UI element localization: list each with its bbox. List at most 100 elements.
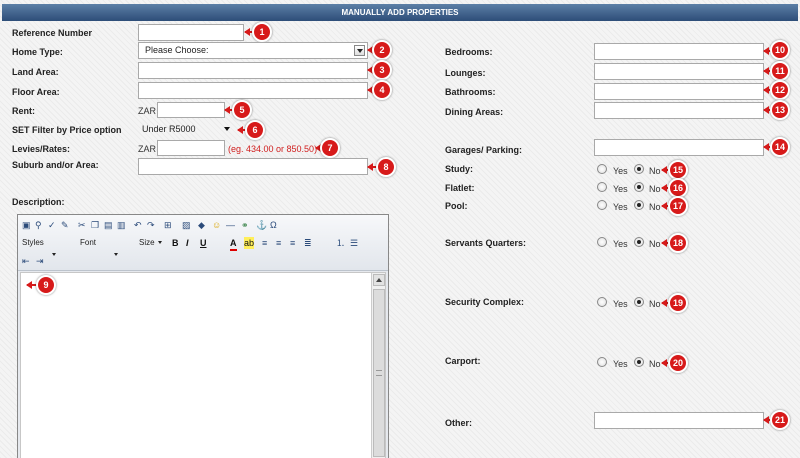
- land-area-label: Land Area:: [12, 67, 59, 77]
- security-no-radio[interactable]: [634, 297, 644, 307]
- home-type-select[interactable]: Please Choose:: [138, 42, 368, 59]
- horizontal-rule-icon[interactable]: —: [226, 219, 235, 231]
- description-label: Description:: [12, 197, 65, 207]
- other-label: Other:: [445, 418, 472, 428]
- font-select[interactable]: Font: [80, 237, 135, 261]
- study-yes-radio[interactable]: [597, 164, 607, 174]
- pool-no-radio[interactable]: [634, 200, 644, 210]
- scroll-up-button[interactable]: [373, 274, 385, 286]
- callout-badge-21: 21: [770, 410, 790, 430]
- align-right-icon[interactable]: ≡: [290, 237, 295, 249]
- copy-icon[interactable]: ❐: [91, 219, 99, 231]
- rent-label: Rent:: [12, 106, 35, 116]
- source-icon[interactable]: ▣: [22, 219, 31, 231]
- align-center-icon[interactable]: ≡: [276, 237, 281, 249]
- servants-yes-radio[interactable]: [597, 237, 607, 247]
- other-input[interactable]: [594, 412, 764, 429]
- table-icon[interactable]: ⊞: [164, 219, 172, 231]
- flash-icon[interactable]: ◆: [198, 219, 205, 231]
- pool-label: Pool:: [445, 201, 468, 211]
- garages-label: Garages/ Parking:: [445, 145, 523, 155]
- outdent-icon[interactable]: ⇤: [22, 255, 30, 267]
- justify-icon[interactable]: ≣: [304, 237, 312, 249]
- floor-area-input[interactable]: [138, 82, 368, 99]
- rent-input[interactable]: [157, 102, 225, 118]
- bedrooms-input[interactable]: [594, 43, 764, 60]
- find-icon[interactable]: ⚲: [35, 219, 42, 231]
- description-editor[interactable]: ▣ ⚲ ✓ ✎ ✂ ❐ ▤ ▥ ↶ ↷ ⊞ ▨ ◆ ☺ — ⚭ ⚓ Ω Styl…: [17, 214, 389, 458]
- security-no-label: No: [649, 299, 661, 309]
- cut-icon[interactable]: ✂: [78, 219, 86, 231]
- format-painter-icon[interactable]: ✎: [61, 219, 69, 231]
- callout-badge-9: 9: [36, 275, 56, 295]
- dining-areas-input[interactable]: [594, 102, 764, 119]
- styles-select[interactable]: Styles: [22, 237, 77, 261]
- price-filter-dropdown[interactable]: Under R5000: [138, 120, 238, 138]
- bathrooms-input[interactable]: [594, 83, 764, 100]
- study-no-radio[interactable]: [634, 164, 644, 174]
- scroll-thumb[interactable]: [373, 289, 385, 457]
- floor-area-label: Floor Area:: [12, 87, 60, 97]
- pool-yes-radio[interactable]: [597, 200, 607, 210]
- flatlet-no-label: No: [649, 184, 661, 194]
- redo-icon[interactable]: ↷: [147, 219, 155, 231]
- study-no-label: No: [649, 166, 661, 176]
- home-type-value: Please Choose:: [145, 45, 209, 55]
- paste-icon[interactable]: ▤: [104, 219, 113, 231]
- anchor-icon[interactable]: ⚓: [256, 219, 267, 231]
- carport-no-radio[interactable]: [634, 357, 644, 367]
- indent-icon[interactable]: ⇥: [36, 255, 44, 267]
- callout-badge-14: 14: [770, 137, 790, 157]
- link-icon[interactable]: ⚭: [241, 219, 249, 231]
- editor-scrollbar[interactable]: [371, 273, 385, 458]
- numbered-list-icon[interactable]: ⒈: [336, 237, 345, 249]
- undo-icon[interactable]: ↶: [134, 219, 142, 231]
- bullet-list-icon[interactable]: ☰: [350, 237, 358, 249]
- italic-icon[interactable]: I: [186, 237, 189, 249]
- paste-text-icon[interactable]: ▥: [117, 219, 126, 231]
- chevron-down-icon[interactable]: [224, 127, 230, 131]
- flatlet-yes-radio[interactable]: [597, 182, 607, 192]
- security-yes-label: Yes: [613, 299, 628, 309]
- garages-input[interactable]: [594, 139, 764, 156]
- suburb-input[interactable]: [138, 158, 368, 175]
- special-char-icon[interactable]: Ω: [270, 219, 277, 231]
- underline-icon[interactable]: U: [200, 237, 207, 249]
- chevron-down-icon[interactable]: [354, 45, 365, 56]
- reference-number-input[interactable]: [138, 24, 244, 41]
- rent-currency: ZAR: [138, 106, 156, 116]
- flatlet-no-radio[interactable]: [634, 182, 644, 192]
- chevron-down-icon: [52, 253, 56, 257]
- land-area-input[interactable]: [138, 62, 368, 79]
- servants-no-radio[interactable]: [634, 237, 644, 247]
- pool-no-label: No: [649, 202, 661, 212]
- carport-yes-label: Yes: [613, 359, 628, 369]
- levies-label: Levies/Rates:: [12, 144, 71, 154]
- bold-icon[interactable]: B: [172, 237, 179, 249]
- callout-badge-8: 8: [376, 157, 396, 177]
- callout-badge-13: 13: [770, 100, 790, 120]
- align-left-icon[interactable]: ≡: [262, 237, 267, 249]
- text-color-icon[interactable]: A: [230, 237, 237, 251]
- styles-select-label: Styles: [22, 238, 44, 247]
- spellcheck-icon[interactable]: ✓: [48, 219, 56, 231]
- levies-input[interactable]: [157, 140, 225, 156]
- carport-no-label: No: [649, 359, 661, 369]
- callout-badge-10: 10: [770, 40, 790, 60]
- callout-badge-20: 20: [668, 353, 688, 373]
- smiley-icon[interactable]: ☺: [212, 219, 221, 231]
- pool-yes-label: Yes: [613, 202, 628, 212]
- editor-text-area[interactable]: [20, 272, 386, 458]
- size-select[interactable]: Size: [139, 237, 169, 249]
- lounges-label: Lounges:: [445, 68, 486, 78]
- image-icon[interactable]: ▨: [182, 219, 191, 231]
- lounges-input[interactable]: [594, 63, 764, 80]
- size-select-label: Size: [139, 238, 155, 247]
- highlight-icon[interactable]: ab: [244, 237, 255, 249]
- security-yes-radio[interactable]: [597, 297, 607, 307]
- suburb-label: Suburb and/or Area:: [12, 160, 99, 170]
- reference-number-label: Reference Number: [12, 28, 93, 38]
- bathrooms-label: Bathrooms:: [445, 87, 496, 97]
- carport-yes-radio[interactable]: [597, 357, 607, 367]
- servants-quarters-label: Servants Quarters:: [445, 238, 527, 248]
